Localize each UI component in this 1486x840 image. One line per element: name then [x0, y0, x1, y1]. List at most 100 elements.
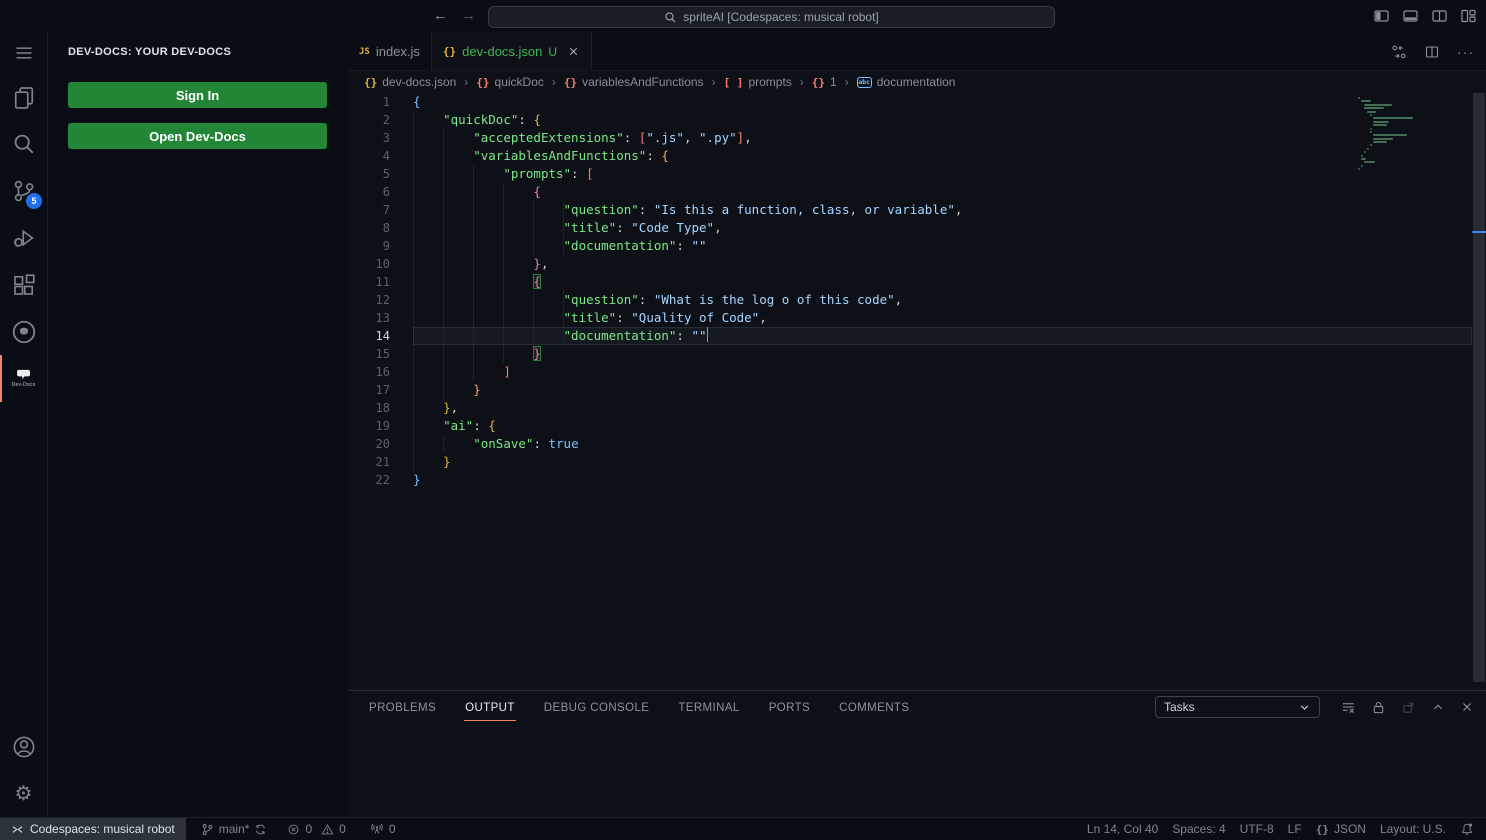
- breadcrumb-item-prompts[interactable]: [ ]prompts: [724, 75, 792, 89]
- sync-icon: [254, 823, 267, 836]
- accounts-button[interactable]: [0, 723, 47, 770]
- panel-tab-ports[interactable]: PORTS: [768, 694, 811, 721]
- toggle-sidebar-icon[interactable]: [1373, 8, 1390, 24]
- code-line-4[interactable]: 4 "variablesAndFunctions": {: [348, 147, 1472, 165]
- panel-tab-output[interactable]: OUTPUT: [464, 694, 516, 721]
- sidebar-item-search[interactable]: [0, 120, 47, 167]
- scrollbar[interactable]: [1472, 93, 1486, 690]
- history-forward-icon[interactable]: →: [461, 6, 476, 26]
- lock-output-icon[interactable]: [1371, 700, 1386, 715]
- search-icon: [12, 132, 36, 156]
- code-line-7[interactable]: 7 "question": "Is this a function, class…: [348, 201, 1472, 219]
- sign-in-button[interactable]: Sign In: [68, 82, 327, 108]
- breadcrumb-separator: ›: [845, 75, 849, 89]
- line-number: 22: [348, 471, 413, 489]
- language-mode[interactable]: {} JSON: [1309, 818, 1373, 840]
- breadcrumb-label: 1: [830, 75, 837, 89]
- git-branch-status[interactable]: main*: [194, 818, 275, 840]
- text-cursor: [707, 327, 709, 342]
- output-channel-value: Tasks: [1164, 700, 1298, 714]
- code-line-6[interactable]: 6 {: [348, 183, 1472, 201]
- errors-count: 0: [305, 822, 312, 836]
- code-line-17[interactable]: 17 }: [348, 381, 1472, 399]
- indentation[interactable]: Spaces: 4: [1165, 818, 1232, 840]
- breadcrumb-label: documentation: [877, 75, 956, 89]
- dev-docs-icon-label: Dev-Docs: [12, 382, 36, 388]
- code-line-11[interactable]: 11 {: [348, 273, 1472, 291]
- code-line-8[interactable]: 8 "title": "Code Type",: [348, 219, 1472, 237]
- code-line-20[interactable]: 20 "onSave": true: [348, 435, 1472, 453]
- split-editor-icon[interactable]: [1424, 44, 1440, 60]
- code-editor[interactable]: 1{2 "quickDoc": {3 "acceptedExtensions":…: [348, 93, 1486, 690]
- breadcrumb-separator: ›: [712, 75, 716, 89]
- line-number: 8: [348, 219, 413, 237]
- code-line-22[interactable]: 22}: [348, 471, 1472, 489]
- breadcrumb-item-variablesAndFunctions[interactable]: {}variablesAndFunctions: [564, 75, 704, 89]
- code-line-13[interactable]: 13 "title": "Quality of Code",: [348, 309, 1472, 327]
- forwarded-ports[interactable]: 0: [363, 818, 403, 840]
- sidebar-item-dev-docs[interactable]: Dev-Docs: [0, 355, 47, 402]
- sidebar-item-explorer[interactable]: [0, 73, 47, 120]
- output-channel-select[interactable]: Tasks: [1155, 696, 1320, 718]
- hamburger-icon: [13, 42, 35, 64]
- code-line-12[interactable]: 12 "question": "What is the log o of thi…: [348, 291, 1472, 309]
- remote-indicator[interactable]: Codespaces: musical robot: [0, 818, 186, 840]
- command-center-search[interactable]: spriteAI [Codespaces: musical robot]: [488, 6, 1055, 28]
- breadcrumb-item-quickDoc[interactable]: {}quickDoc: [476, 75, 544, 89]
- code-line-18[interactable]: 18 },: [348, 399, 1472, 417]
- panel-tab-comments[interactable]: COMMENTS: [838, 694, 910, 721]
- encoding[interactable]: UTF-8: [1233, 818, 1281, 840]
- cursor-position[interactable]: Ln 14, Col 40: [1080, 818, 1165, 840]
- breadcrumb-item-documentation[interactable]: abcdocumentation: [857, 75, 956, 89]
- keyboard-layout[interactable]: Layout: U.S.: [1373, 818, 1453, 840]
- code-line-16[interactable]: 16 ]: [348, 363, 1472, 381]
- close-panel-icon[interactable]: [1460, 700, 1474, 714]
- more-actions-icon[interactable]: ···: [1457, 47, 1474, 57]
- code-line-21[interactable]: 21 }: [348, 453, 1472, 471]
- open-changes-icon[interactable]: [1391, 44, 1407, 60]
- panel-tab-problems[interactable]: PROBLEMS: [368, 694, 437, 721]
- panel-tab-debug-console[interactable]: DEBUG CONSOLE: [543, 694, 651, 721]
- sidebar-item-extensions[interactable]: [0, 261, 47, 308]
- notifications-bell[interactable]: [1453, 818, 1486, 840]
- minimap[interactable]: [1358, 97, 1448, 172]
- code-line-3[interactable]: 3 "acceptedExtensions": [".js", ".py"],: [348, 129, 1472, 147]
- code-line-19[interactable]: 19 "ai": {: [348, 417, 1472, 435]
- open-output-in-editor-icon[interactable]: [1401, 700, 1416, 715]
- toggle-secondary-sidebar-icon[interactable]: [1431, 8, 1448, 24]
- code-line-5[interactable]: 5 "prompts": [: [348, 165, 1472, 183]
- line-number: 21: [348, 453, 413, 471]
- tab-dev-docs-json[interactable]: {} dev-docs.json U: [432, 33, 592, 70]
- customize-layout-icon[interactable]: [1460, 8, 1477, 24]
- code-line-2[interactable]: 2 "quickDoc": {: [348, 111, 1472, 129]
- line-number: 15: [348, 345, 413, 363]
- code-line-14[interactable]: 14 "documentation": "": [348, 327, 1472, 345]
- menu-button[interactable]: [0, 33, 47, 73]
- code-line-9[interactable]: 9 "documentation": "": [348, 237, 1472, 255]
- code-line-10[interactable]: 10 },: [348, 255, 1472, 273]
- scrollbar-slider[interactable]: [1473, 93, 1485, 682]
- sidebar-item-source-control[interactable]: 5: [0, 167, 47, 214]
- maximize-panel-icon[interactable]: [1431, 700, 1445, 714]
- code-line-15[interactable]: 15 }: [348, 345, 1472, 363]
- code-line-1[interactable]: 1{: [348, 93, 1472, 111]
- eol-sequence[interactable]: LF: [1281, 818, 1309, 840]
- breadcrumb-item-dev-docs.json[interactable]: {}dev-docs.json: [364, 75, 456, 89]
- dev-docs-icon: [16, 369, 31, 381]
- close-tab-icon[interactable]: [567, 45, 580, 58]
- line-number: 18: [348, 399, 413, 417]
- errors-icon: [287, 823, 300, 836]
- open-dev-docs-button[interactable]: Open Dev-Docs: [68, 123, 327, 149]
- panel-tab-terminal[interactable]: TERMINAL: [677, 694, 740, 721]
- line-number: 4: [348, 147, 413, 165]
- sidebar-item-github[interactable]: [0, 308, 47, 355]
- line-number: 10: [348, 255, 413, 273]
- clear-output-icon[interactable]: [1341, 700, 1356, 715]
- tab-index-js[interactable]: JS index.js: [348, 33, 432, 70]
- toggle-panel-icon[interactable]: [1402, 8, 1419, 24]
- sidebar-item-run-debug[interactable]: [0, 214, 47, 261]
- history-back-icon[interactable]: ←: [433, 6, 448, 26]
- settings-button[interactable]: ⚙: [0, 770, 47, 817]
- problems-status[interactable]: 0 0: [280, 818, 352, 840]
- breadcrumb-item-1[interactable]: {}1: [812, 75, 837, 89]
